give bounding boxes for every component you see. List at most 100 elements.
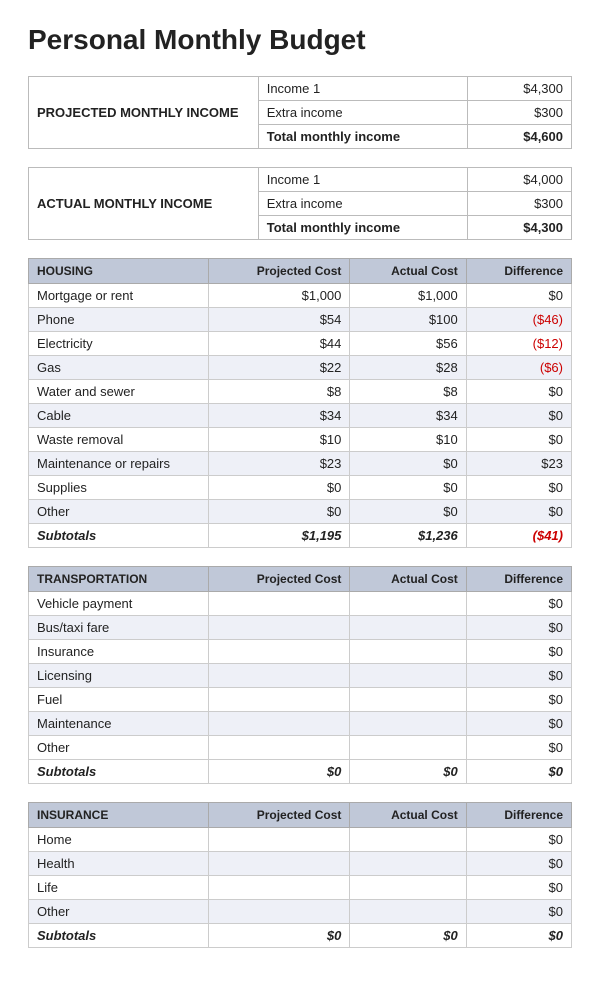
column-header: Projected Cost (209, 259, 350, 284)
row-actual: $56 (350, 332, 466, 356)
row-difference: $0 (466, 428, 571, 452)
income-row-value: $4,300 (467, 77, 571, 101)
row-category: Mortgage or rent (29, 284, 209, 308)
section-header: INSURANCE (29, 803, 209, 828)
row-category: Home (29, 828, 209, 852)
income-label: ACTUAL MONTHLY INCOME (29, 168, 259, 240)
row-category: Cable (29, 404, 209, 428)
row-difference: $0 (466, 476, 571, 500)
income-row-value: $300 (467, 192, 571, 216)
row-actual (350, 828, 466, 852)
row-category: Life (29, 876, 209, 900)
income-row-value: $4,300 (467, 216, 571, 240)
row-category: Water and sewer (29, 380, 209, 404)
row-difference: $0 (466, 284, 571, 308)
row-projected (209, 828, 350, 852)
column-header: Actual Cost (350, 259, 466, 284)
column-header: Difference (466, 567, 571, 592)
row-difference: ($46) (466, 308, 571, 332)
row-projected (209, 640, 350, 664)
row-category: Electricity (29, 332, 209, 356)
section-header: HOUSING (29, 259, 209, 284)
row-difference: $0 (466, 500, 571, 524)
row-difference: $0 (466, 380, 571, 404)
row-category: Other (29, 500, 209, 524)
row-difference: $0 (466, 900, 571, 924)
row-actual (350, 664, 466, 688)
row-projected: $44 (209, 332, 350, 356)
row-category: Gas (29, 356, 209, 380)
row-difference: ($12) (466, 332, 571, 356)
row-category: Maintenance (29, 712, 209, 736)
income-row-name: Income 1 (258, 168, 467, 192)
row-actual (350, 900, 466, 924)
column-header: Projected Cost (209, 567, 350, 592)
row-actual (350, 640, 466, 664)
income-row-value: $4,600 (467, 125, 571, 149)
insurance-section: INSURANCEProjected CostActual CostDiffer… (28, 802, 572, 948)
row-difference: $0 (466, 852, 571, 876)
column-header: Projected Cost (209, 803, 350, 828)
housing-section: HOUSINGProjected CostActual CostDifferen… (28, 258, 572, 548)
row-category: Vehicle payment (29, 592, 209, 616)
row-projected (209, 592, 350, 616)
row-actual: $28 (350, 356, 466, 380)
income-label: PROJECTED MONTHLY INCOME (29, 77, 259, 149)
subtotals-actual: $0 (350, 924, 466, 948)
row-difference: $0 (466, 664, 571, 688)
row-category: Waste removal (29, 428, 209, 452)
row-difference: ($6) (466, 356, 571, 380)
row-projected (209, 712, 350, 736)
row-category: Maintenance or repairs (29, 452, 209, 476)
row-difference: $0 (466, 592, 571, 616)
actual-income-table: ACTUAL MONTHLY INCOMEIncome 1$4,000Extra… (28, 167, 572, 240)
row-difference: $0 (466, 688, 571, 712)
row-actual: $8 (350, 380, 466, 404)
projected-income-section: PROJECTED MONTHLY INCOMEIncome 1$4,300Ex… (28, 76, 572, 149)
row-category: Fuel (29, 688, 209, 712)
row-difference: $0 (466, 736, 571, 760)
transportation-section: TRANSPORTATIONProjected CostActual CostD… (28, 566, 572, 784)
row-projected: $0 (209, 476, 350, 500)
row-projected: $1,000 (209, 284, 350, 308)
subtotals-label: Subtotals (29, 760, 209, 784)
row-category: Other (29, 900, 209, 924)
subtotals-projected: $0 (209, 760, 350, 784)
row-difference: $0 (466, 404, 571, 428)
row-difference: $0 (466, 616, 571, 640)
income-row-name: Extra income (258, 101, 467, 125)
income-row-name: Total monthly income (258, 216, 467, 240)
row-category: Health (29, 852, 209, 876)
row-actual: $34 (350, 404, 466, 428)
row-difference: $0 (466, 712, 571, 736)
row-projected: $23 (209, 452, 350, 476)
page-title: Personal Monthly Budget (28, 24, 572, 56)
row-projected: $54 (209, 308, 350, 332)
housing-table: HOUSINGProjected CostActual CostDifferen… (28, 258, 572, 548)
subtotals-actual: $0 (350, 760, 466, 784)
subtotals-projected: $0 (209, 924, 350, 948)
row-projected (209, 688, 350, 712)
row-actual: $0 (350, 500, 466, 524)
subtotals-difference: $0 (466, 760, 571, 784)
row-difference: $0 (466, 876, 571, 900)
subtotals-projected: $1,195 (209, 524, 350, 548)
subtotals-difference: $0 (466, 924, 571, 948)
column-header: Actual Cost (350, 567, 466, 592)
row-difference: $0 (466, 828, 571, 852)
insurance-table: INSURANCEProjected CostActual CostDiffer… (28, 802, 572, 948)
row-category: Other (29, 736, 209, 760)
row-difference: $0 (466, 640, 571, 664)
row-projected (209, 736, 350, 760)
row-actual (350, 852, 466, 876)
row-projected (209, 900, 350, 924)
row-actual (350, 736, 466, 760)
row-actual (350, 688, 466, 712)
row-actual: $10 (350, 428, 466, 452)
row-category: Licensing (29, 664, 209, 688)
row-actual (350, 876, 466, 900)
projected-income-table: PROJECTED MONTHLY INCOMEIncome 1$4,300Ex… (28, 76, 572, 149)
income-row-value: $4,000 (467, 168, 571, 192)
row-projected: $8 (209, 380, 350, 404)
row-actual: $0 (350, 452, 466, 476)
